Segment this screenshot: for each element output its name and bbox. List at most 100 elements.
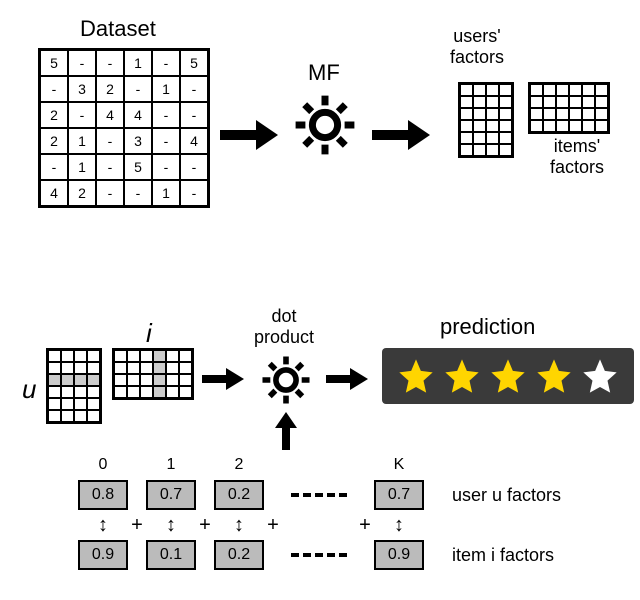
matrix-cell xyxy=(87,374,100,386)
items-factors-label: items' factors xyxy=(550,136,604,178)
matrix-cell xyxy=(473,84,486,96)
plus-icon: + xyxy=(264,514,282,537)
matrix-cell xyxy=(486,132,499,144)
arrow-mf-to-factors xyxy=(372,120,432,150)
matrix-cell xyxy=(114,374,127,386)
matrix-cell xyxy=(153,362,166,374)
matrix-cell xyxy=(543,120,556,132)
matrix-cell xyxy=(166,350,179,362)
matrix-cell: - xyxy=(96,180,124,206)
matrix-cell: 5 xyxy=(40,50,68,76)
ellipsis-icon xyxy=(282,493,356,497)
matrix-cell xyxy=(530,120,543,132)
matrix-cell xyxy=(153,350,166,362)
matrix-cell xyxy=(127,350,140,362)
matrix-cell xyxy=(74,374,87,386)
matrix-cell xyxy=(87,410,100,422)
matrix-cell xyxy=(460,144,473,156)
matrix-cell xyxy=(179,386,192,398)
arrow-ui-to-dot xyxy=(202,368,246,390)
items-factors-matrix xyxy=(528,82,610,134)
star-filled-icon xyxy=(488,356,528,396)
matrix-cell xyxy=(486,108,499,120)
matrix-cell xyxy=(48,350,61,362)
matrix-cell: 4 xyxy=(96,102,124,128)
arrow-dot-to-pred xyxy=(326,368,370,390)
matrix-cell xyxy=(569,96,582,108)
matrix-cell: - xyxy=(96,128,124,154)
matrix-cell xyxy=(556,108,569,120)
matrix-cell xyxy=(460,96,473,108)
matrix-cell xyxy=(473,96,486,108)
item-factor: 0.1 xyxy=(146,540,196,570)
item-factor: 0.9 xyxy=(78,540,128,570)
matrix-cell xyxy=(595,120,608,132)
factor-index: 1 xyxy=(146,456,196,474)
matrix-cell xyxy=(48,386,61,398)
matrix-cell: 1 xyxy=(152,76,180,102)
prediction-panel xyxy=(382,348,634,404)
top-section: Dataset 5--1-5-32-1-2-44--21-3-4-1-5--42… xyxy=(20,20,620,240)
matrix-cell: 3 xyxy=(124,128,152,154)
matrix-cell xyxy=(556,84,569,96)
matrix-cell xyxy=(74,362,87,374)
matrix-cell xyxy=(140,350,153,362)
matrix-cell: 2 xyxy=(96,76,124,102)
matrix-cell xyxy=(582,84,595,96)
matrix-cell xyxy=(114,362,127,374)
matrix-cell: 1 xyxy=(124,50,152,76)
factor-indices: 0 1 2 K xyxy=(78,456,424,474)
matrix-cell: 1 xyxy=(152,180,180,206)
matrix-cell: 1 xyxy=(68,154,96,180)
matrix-cell xyxy=(486,84,499,96)
matrix-cell: 2 xyxy=(68,180,96,206)
bottom-section: u i dot product prediction 0 1 2 K 0.8 0… xyxy=(20,300,620,600)
plus-icon: + xyxy=(128,514,146,537)
matrix-cell xyxy=(48,410,61,422)
star-filled-icon xyxy=(442,356,482,396)
matrix-cell xyxy=(499,84,512,96)
user-factors-row: 0.8 0.7 0.2 0.7 user u factors xyxy=(78,480,561,510)
item-factor: 0.9 xyxy=(374,540,424,570)
dataset-matrix: 5--1-5-32-1-2-44--21-3-4-1-5--42--1- xyxy=(38,48,210,208)
matrix-cell xyxy=(127,362,140,374)
matrix-cell: - xyxy=(180,154,208,180)
matrix-cell xyxy=(61,410,74,422)
ellipsis-icon xyxy=(282,553,356,557)
star-filled-icon xyxy=(534,356,574,396)
matrix-cell xyxy=(569,120,582,132)
i-matrix xyxy=(112,348,194,400)
matrix-cell xyxy=(569,108,582,120)
factor-index: 0 xyxy=(78,456,128,474)
mf-label: MF xyxy=(308,60,340,86)
matrix-cell xyxy=(140,386,153,398)
matrix-cell xyxy=(486,120,499,132)
matrix-cell xyxy=(87,398,100,410)
matrix-cell xyxy=(556,96,569,108)
matrix-cell xyxy=(486,96,499,108)
matrix-cell xyxy=(127,386,140,398)
matrix-cell: - xyxy=(180,76,208,102)
item-factors-label: item i factors xyxy=(452,545,554,566)
i-label: i xyxy=(146,318,152,349)
matrix-cell xyxy=(499,120,512,132)
double-arrow-icon: ↕ xyxy=(78,514,128,537)
factor-index: 2 xyxy=(214,456,264,474)
matrix-cell xyxy=(460,120,473,132)
plus-icon: + xyxy=(356,514,374,537)
matrix-cell: - xyxy=(152,128,180,154)
matrix-cell: - xyxy=(152,154,180,180)
matrix-cell: 1 xyxy=(68,128,96,154)
matrix-cell xyxy=(460,84,473,96)
matrix-cell xyxy=(61,386,74,398)
matrix-cell xyxy=(499,108,512,120)
matrix-cell: 4 xyxy=(180,128,208,154)
plus-icon: + xyxy=(196,514,214,537)
matrix-cell xyxy=(48,398,61,410)
star-empty-icon xyxy=(580,356,620,396)
matrix-cell xyxy=(460,108,473,120)
user-factor: 0.7 xyxy=(146,480,196,510)
matrix-cell xyxy=(140,362,153,374)
matrix-cell: - xyxy=(96,50,124,76)
matrix-cell: - xyxy=(180,180,208,206)
